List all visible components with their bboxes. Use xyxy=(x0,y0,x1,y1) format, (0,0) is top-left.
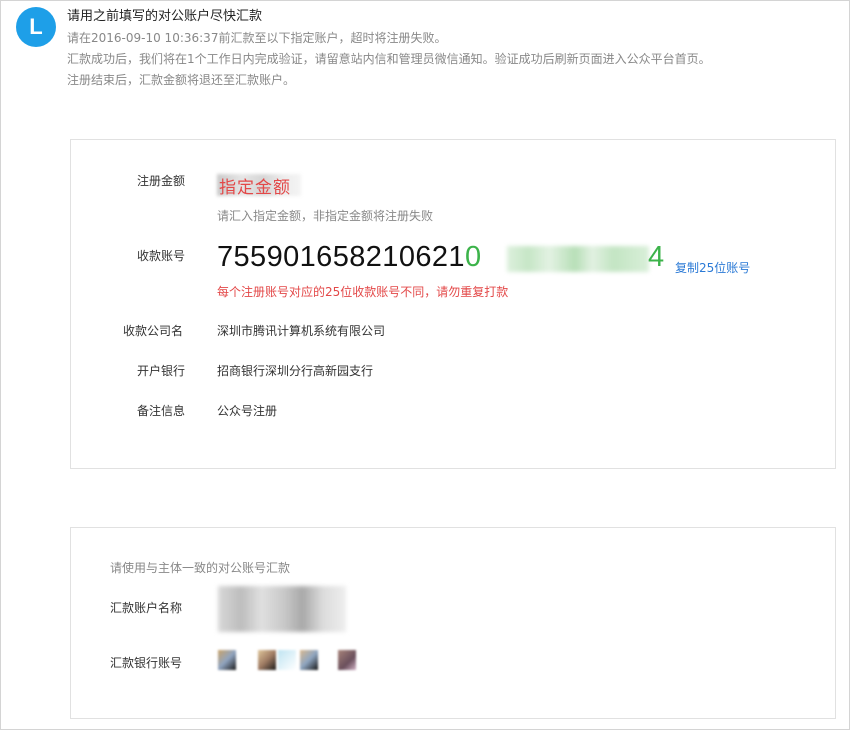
account-number: 7559016582106210 xyxy=(217,241,481,277)
redacted-block xyxy=(218,650,236,670)
bank-label: 开户银行 xyxy=(137,364,186,378)
amount-label: 注册金额 xyxy=(137,174,186,188)
account-number-mid: 0 xyxy=(464,241,482,273)
notice-block: 请用之前填写的对公账户尽快汇款 请在2016-09-10 10:36:37前汇款… xyxy=(67,7,837,91)
account-label: 收款账号 xyxy=(137,249,186,263)
bank-value: 招商银行深圳分行高新园支行 xyxy=(217,364,374,378)
user-avatar: L xyxy=(16,7,56,47)
notice-deadline: 请在2016-09-10 10:36:37前汇款至以下指定账户，超时将注册失败。 xyxy=(67,31,447,45)
company-value: 深圳市腾讯计算机系统有限公司 xyxy=(217,324,386,338)
redacted-block xyxy=(258,650,276,670)
remitter-name-label: 汇款账户名称 xyxy=(110,601,183,615)
remark-value: 公众号注册 xyxy=(217,404,278,418)
account-warning: 每个注册账号对应的25位收款账号不同，请勿重复打款 xyxy=(217,285,509,299)
remitter-panel: 请使用与主体一致的对公账号汇款 汇款账户名称 汇款银行账号 xyxy=(70,527,836,719)
account-number-last: 4 xyxy=(648,241,665,273)
payment-info-panel: 注册金额 指定金额 请汇入指定金额，非指定金额将注册失败 收款账号 755901… xyxy=(70,139,836,469)
account-number-redacted xyxy=(507,246,649,272)
remitter-account-label: 汇款银行账号 xyxy=(110,656,183,670)
account-number-prefix: 755901658210621 xyxy=(217,241,465,273)
amount-hint: 请汇入指定金额，非指定金额将注册失败 xyxy=(217,209,434,223)
amount-value: 指定金额 xyxy=(219,178,291,198)
amount-field: 指定金额 xyxy=(217,170,307,198)
remitter-name-redacted xyxy=(218,586,346,632)
remitter-title: 请使用与主体一致的对公账号汇款 xyxy=(110,561,291,575)
redacted-block xyxy=(278,650,296,670)
remitter-account-redacted xyxy=(218,646,378,674)
remark-label: 备注信息 xyxy=(137,404,186,418)
company-label: 收款公司名 xyxy=(123,324,184,338)
redacted-block xyxy=(300,650,318,670)
redacted-block xyxy=(338,650,356,670)
notice-refund: 注册结束后，汇款金额将退还至汇款账户。 xyxy=(67,73,296,87)
copy-account-link[interactable]: 复制25位账号 xyxy=(675,259,750,276)
notice-title: 请用之前填写的对公账户尽快汇款 xyxy=(67,9,263,24)
notice-verification: 汇款成功后，我们将在1个工作日内完成验证，请留意站内信和管理员微信通知。验证成功… xyxy=(67,52,711,66)
